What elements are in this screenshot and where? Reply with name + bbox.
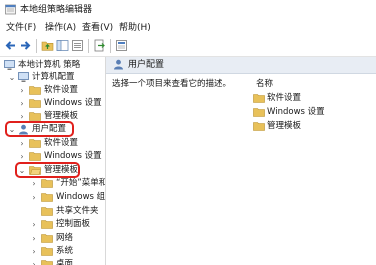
list-item-windows[interactable]: Windows 设置 (253, 106, 373, 119)
detail-pane: 用户配置 选择一个项目来查看它的描述。 名称 软件设置 Windows 设置 管… (106, 57, 376, 265)
toolbar-separator (36, 39, 37, 53)
back-arrow-icon[interactable] (4, 39, 17, 52)
menu-file[interactable]: 文件(F) (6, 22, 36, 34)
tree-label: 控制面板 (56, 219, 91, 229)
toolbar (0, 36, 376, 57)
folder-icon (29, 139, 41, 148)
tree-label: 网络 (56, 233, 74, 243)
tree-label: 软件设置 (44, 85, 79, 95)
folder-icon (29, 99, 41, 108)
up-folder-icon[interactable] (41, 39, 54, 52)
export-list-icon[interactable] (93, 39, 106, 52)
tree-label: Windows 设置 (44, 98, 102, 108)
policy-editor-icon (5, 4, 16, 15)
tree-node-windows-components[interactable]: › Windows 组 (0, 191, 105, 204)
window-title: 本地组策略编辑器 (20, 5, 93, 15)
tree-label: “开始”菜单和 (56, 178, 106, 188)
tree-node-system[interactable]: › 系统 (0, 245, 105, 258)
folder-icon (253, 94, 265, 103)
list-item-label: 软件设置 (267, 93, 302, 103)
chevron-right-icon[interactable]: › (30, 177, 38, 190)
tree-node-network[interactable]: › 网络 (0, 232, 105, 245)
detail-header-title: 用户配置 (128, 60, 165, 70)
folder-icon (41, 260, 53, 265)
folder-icon (41, 234, 53, 243)
chevron-right-icon[interactable]: › (30, 232, 38, 245)
tree-node-control-panel[interactable]: › 控制面板 (0, 218, 105, 231)
forward-arrow-icon[interactable] (19, 39, 32, 52)
tree-label: 桌面 (56, 259, 74, 265)
title-bar: 本地组策略编辑器 (0, 0, 376, 20)
tree-node-uc-software[interactable]: › 软件设置 (0, 137, 105, 150)
folder-icon (29, 112, 41, 121)
folder-icon (41, 247, 53, 256)
detail-description: 选择一个项目来查看它的描述。 (112, 79, 232, 89)
tree-label: 系统 (56, 246, 74, 256)
tree-label: 计算机配置 (32, 72, 75, 82)
tree-label: 软件设置 (44, 138, 79, 148)
chevron-down-icon[interactable]: ⌄ (8, 71, 16, 84)
tree-pane: 本地计算机 策略 ⌄ 计算机配置 › 软件设置 › Windows 设置 › 管… (0, 57, 106, 265)
chevron-right-icon[interactable]: › (30, 258, 38, 265)
folder-icon (41, 193, 53, 202)
tree-node-shared-folders[interactable]: 共享文件夹 (0, 205, 105, 218)
chevron-right-icon[interactable]: › (18, 137, 26, 150)
menu-bar: 文件(F) 操作(A) 查看(V) 帮助(H) (0, 20, 376, 36)
list-item-admin[interactable]: 管理模板 (253, 120, 373, 133)
user-icon (114, 59, 123, 70)
tree-node-cc-windows[interactable]: › Windows 设置 (0, 97, 105, 110)
toolbar-separator (110, 39, 111, 53)
column-header-name[interactable]: 名称 (256, 78, 273, 90)
chevron-right-icon[interactable]: › (30, 218, 38, 231)
tree-node-start-menu[interactable]: › “开始”菜单和 (0, 177, 105, 190)
list-view-icon[interactable] (71, 39, 84, 52)
list-item-software[interactable]: 软件设置 (253, 92, 373, 105)
folder-icon (41, 207, 53, 216)
properties-icon[interactable] (115, 39, 128, 52)
menu-action[interactable]: 操作(A) (45, 22, 76, 34)
computer-icon (4, 60, 15, 70)
list-item-label: Windows 设置 (267, 107, 325, 117)
chevron-right-icon[interactable]: › (18, 97, 26, 110)
folder-icon (253, 108, 265, 117)
tree-label: 共享文件夹 (56, 206, 99, 216)
tree-label: Windows 组 (56, 192, 106, 202)
folder-icon (253, 122, 265, 131)
detail-header: 用户配置 (106, 57, 376, 74)
folder-icon (41, 179, 53, 188)
folder-icon (41, 220, 53, 229)
menu-help[interactable]: 帮助(H) (119, 22, 151, 34)
chevron-right-icon[interactable]: › (18, 84, 26, 97)
folder-icon (29, 86, 41, 95)
tree-node-computer-config[interactable]: ⌄ 计算机配置 (0, 71, 105, 84)
chevron-right-icon[interactable]: › (30, 245, 38, 258)
toolbar-separator (88, 39, 89, 53)
tree-node-cc-software[interactable]: › 软件设置 (0, 84, 105, 97)
annotation-box-user-config (5, 121, 74, 137)
annotation-box-admin-templates (15, 162, 80, 178)
menu-view[interactable]: 查看(V) (82, 22, 113, 34)
computer-icon (18, 72, 29, 82)
folder-icon (29, 152, 41, 161)
tree-node-desktop[interactable]: › 桌面 (0, 258, 105, 265)
chevron-right-icon[interactable]: › (30, 191, 38, 204)
list-item-label: 管理模板 (267, 121, 302, 131)
show-hide-tree-icon[interactable] (56, 39, 69, 52)
